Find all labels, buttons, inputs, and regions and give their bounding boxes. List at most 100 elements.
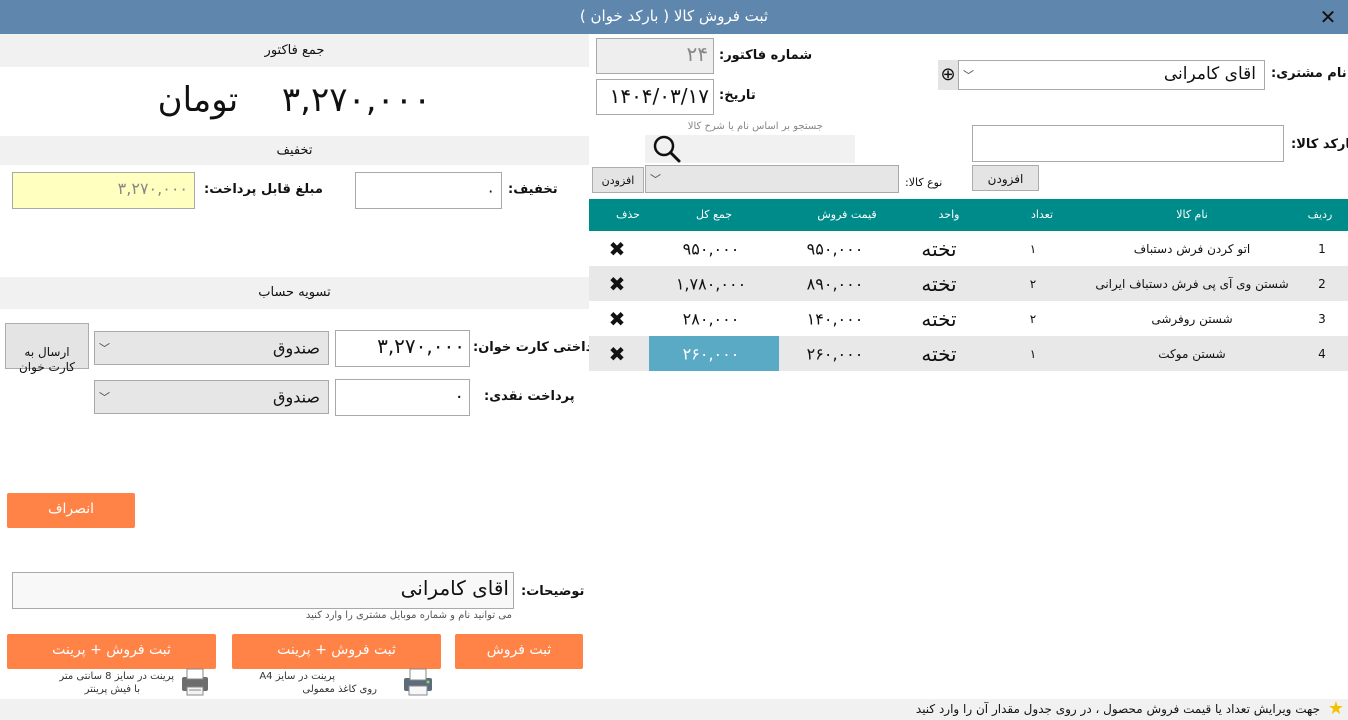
product-type-select[interactable]: ﹀: [645, 165, 899, 193]
send-to-card-reader-button[interactable]: ارسال به کارت خوان: [5, 323, 89, 374]
cell-price[interactable]: ۹۵۰,۰۰۰: [807, 239, 864, 258]
cash-payment-input[interactable]: ۰: [335, 379, 470, 416]
cash-payment-label: پرداخت نقدی:: [484, 389, 575, 404]
cell-name[interactable]: شستن موکت: [1158, 347, 1225, 361]
col-header-idx: ردیف: [1307, 208, 1333, 221]
product-type-add-button[interactable]: افزودن: [592, 167, 644, 193]
title-bar: ثبت فروش کالا ( بارکد خوان ) ✕: [0, 0, 1348, 34]
items-table-header: ردیف نام کالا تعداد واحد قیمت فروش جمع ک…: [589, 199, 1348, 231]
cell-total: ۹۵۰,۰۰۰: [682, 239, 740, 258]
invoice-total-display: ۳,۲۷۰,۰۰۰ تومان: [0, 70, 589, 132]
invoice-total-header-label: جمع فاکتور: [264, 43, 325, 58]
cell-total: ۲۶۰,۰۰۰: [682, 344, 740, 363]
cell-idx: 1: [1318, 241, 1326, 256]
chevron-down-icon: ﹀: [99, 391, 110, 404]
cell-qty[interactable]: ۲: [1030, 277, 1036, 291]
cell-qty[interactable]: ۱: [1030, 347, 1036, 361]
delete-row-icon[interactable]: ✖: [609, 342, 626, 366]
print-8cm-hint-1: پرینت در سایز 8 سانتی متر: [59, 671, 174, 682]
cell-total: ۲۸۰,۰۰۰: [682, 309, 740, 328]
invoice-date-input[interactable]: ۱۴۰۴/۰۳/۱۷: [596, 79, 714, 115]
invoice-total-currency: تومان: [157, 80, 239, 120]
table-row[interactable]: 1 اتو کردن فرش دستباف ۱ تخته ۹۵۰,۰۰۰ ۹۵۰…: [589, 231, 1348, 266]
cancel-button-label: انصراف: [47, 501, 95, 517]
star-icon: ★: [1327, 698, 1344, 719]
col-header-unit: واحد: [938, 208, 960, 221]
a4-printer-icon: [404, 668, 432, 696]
save-button-label: ثبت فروش: [486, 642, 552, 658]
card-payment-value: ۳,۲۷۰,۰۰۰: [377, 334, 465, 358]
save-print-a4-button[interactable]: ثبت فروش + پرینت: [232, 634, 441, 669]
barcode-add-button[interactable]: افزودن: [972, 165, 1039, 191]
send-to-card-reader-label: ارسال به کارت خوان: [18, 345, 76, 374]
search-icon[interactable]: [651, 133, 683, 165]
chevron-down-icon: ﹀: [99, 342, 110, 355]
delete-row-icon[interactable]: ✖: [609, 237, 626, 261]
invoice-number-field: ۲۴: [596, 38, 714, 74]
description-value: اقای کامرانی: [400, 576, 509, 600]
card-account-value: صندوق: [273, 338, 320, 358]
card-payment-label: پرداختی کارت خوان:: [473, 340, 606, 355]
status-bar: ★ جهت ویرایش تعداد یا قیمت فروش محصول ، …: [0, 698, 1348, 720]
cancel-button[interactable]: انصراف: [7, 493, 135, 528]
cell-idx: 3: [1318, 311, 1326, 326]
discount-header: تخفیف: [0, 136, 589, 165]
add-customer-icon[interactable]: ⊕: [938, 60, 958, 90]
settlement-header: تسویه حساب: [0, 277, 589, 309]
product-type-label: نوع کالا:: [905, 176, 943, 189]
cell-price[interactable]: ۸۹۰,۰۰۰: [807, 274, 864, 293]
cash-account-value: صندوق: [273, 387, 320, 407]
product-type-add-label: افزودن: [601, 174, 635, 187]
save-print-8cm-button[interactable]: ثبت فروش + پرینت: [7, 634, 216, 669]
discount-header-label: تخفیف: [276, 143, 313, 158]
col-header-qty: تعداد: [1030, 208, 1054, 221]
payable-label: مبلغ قابل پرداخت:: [204, 182, 323, 197]
cell-qty[interactable]: ۱: [1030, 242, 1036, 256]
description-input[interactable]: اقای کامرانی: [12, 572, 514, 609]
cell-unit: تخته: [921, 271, 957, 296]
customer-select-value: اقای کامرانی: [1163, 64, 1256, 84]
print-a4-hint-2: روی کاغذ معمولی: [302, 684, 377, 695]
cell-price[interactable]: ۱۴۰,۰۰۰: [807, 309, 864, 328]
description-hint: می توانید نام و شماره موبایل مشتری را وا…: [305, 610, 512, 621]
invoice-date-value: ۱۴۰۴/۰۳/۱۷: [609, 84, 709, 108]
discount-label: تخفیف:: [508, 182, 558, 197]
table-row[interactable]: 2 شستن وی آی پی فرش دستباف ایرانی ۲ تخته…: [589, 266, 1348, 301]
card-account-select[interactable]: ﹀ صندوق: [94, 331, 329, 365]
customer-select[interactable]: ﹀ اقای کامرانی: [958, 60, 1265, 90]
invoice-number-value: ۲۴: [686, 42, 708, 66]
col-header-name: نام کالا: [1176, 208, 1208, 221]
cell-name[interactable]: شستن وی آی پی فرش دستباف ایرانی: [1095, 277, 1288, 291]
table-row[interactable]: 4 شستن موکت ۱ تخته ۲۶۰,۰۰۰ ۲۶۰,۰۰۰ ✖: [589, 336, 1348, 371]
table-row[interactable]: 3 شستن روفرشی ۲ تخته ۱۴۰,۰۰۰ ۲۸۰,۰۰۰ ✖: [589, 301, 1348, 336]
cell-qty[interactable]: ۲: [1030, 312, 1036, 326]
footer-tip: جهت ویرایش تعداد یا قیمت فروش محصول ، در…: [915, 702, 1320, 716]
barcode-input[interactable]: [972, 125, 1284, 162]
chevron-down-icon: ﹀: [650, 173, 661, 186]
cell-total: ۱,۷۸۰,۰۰۰: [675, 274, 747, 293]
card-payment-input[interactable]: ۳,۲۷۰,۰۰۰: [335, 330, 470, 367]
payable-amount-field: ۳,۲۷۰,۰۰۰: [12, 172, 195, 209]
cell-idx: 4: [1318, 346, 1326, 361]
save-button[interactable]: ثبت فروش: [455, 634, 583, 669]
close-icon[interactable]: ✕: [1316, 5, 1340, 29]
delete-row-icon[interactable]: ✖: [609, 272, 626, 296]
cell-price[interactable]: ۲۶۰,۰۰۰: [807, 344, 864, 363]
cell-name[interactable]: اتو کردن فرش دستباف: [1134, 242, 1251, 256]
chevron-down-icon: ﹀: [963, 69, 974, 82]
cell-name[interactable]: شستن روفرشی: [1151, 312, 1232, 326]
save-print-8cm-label: ثبت فروش + پرینت: [52, 642, 171, 658]
invoice-date-label: تاریخ:: [719, 88, 756, 103]
cell-idx: 2: [1318, 276, 1326, 291]
invoice-total-amount: ۳,۲۷۰,۰۰۰: [281, 80, 432, 120]
discount-input[interactable]: ۰: [355, 172, 502, 209]
save-print-a4-label: ثبت فروش + پرینت: [277, 642, 396, 658]
cash-account-select[interactable]: ﹀ صندوق: [94, 380, 329, 414]
delete-row-icon[interactable]: ✖: [609, 307, 626, 331]
invoice-total-header: جمع فاکتور: [0, 34, 589, 67]
print-a4-hint-1: پرینت در سایز A4: [259, 671, 335, 682]
cash-payment-value: ۰: [454, 386, 464, 407]
search-hint: جستجو بر اساس نام یا شرح کالا: [687, 121, 823, 132]
window-title: ثبت فروش کالا ( بارکد خوان ): [579, 7, 769, 25]
cell-unit: تخته: [921, 341, 957, 366]
